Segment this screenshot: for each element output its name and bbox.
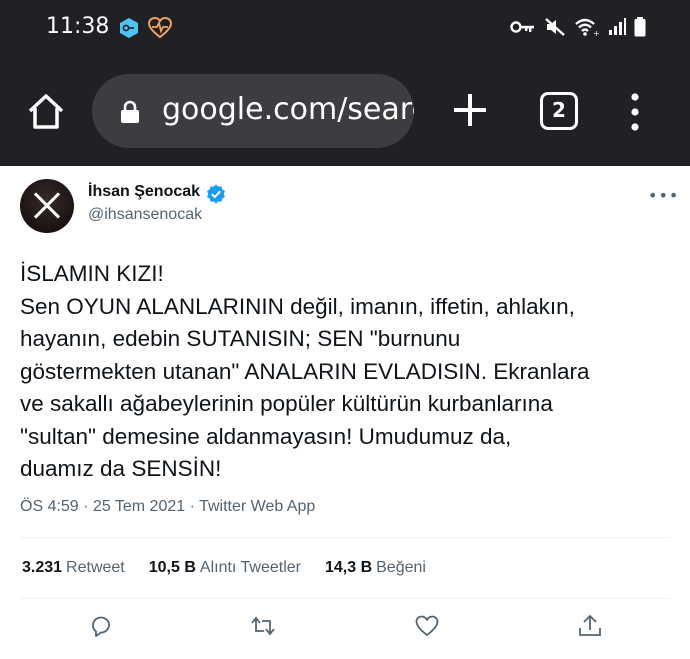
home-icon[interactable] bbox=[26, 92, 66, 132]
browser-chrome: 11:38 + google.com/sear 2 bbox=[0, 0, 690, 166]
avatar[interactable] bbox=[20, 179, 74, 233]
like-label: Beğeni bbox=[376, 559, 426, 576]
quote-stat[interactable]: 10,5 B Alıntı Tweetler bbox=[149, 559, 301, 577]
author-name[interactable]: İhsan Şenocak bbox=[88, 183, 200, 201]
signal-icon bbox=[609, 18, 626, 35]
new-tab-plus-icon[interactable] bbox=[452, 90, 488, 130]
verified-badge-icon bbox=[207, 184, 225, 204]
tweet-meta[interactable]: ÖS 4:59 · 25 Tem 2021 · Twitter Web App bbox=[20, 498, 315, 516]
vpn-key-icon bbox=[510, 21, 534, 33]
overflow-menu-icon[interactable] bbox=[626, 92, 644, 132]
tweet-text-line: Sen OYUN ALANLARININ değil, imanın, iffe… bbox=[20, 293, 575, 319]
retweet-count: 3.231 bbox=[22, 559, 63, 576]
tweet-text-line: "sultan" demesine aldanmayasın! Umudumuz… bbox=[20, 423, 512, 449]
quote-label: Alıntı Tweetler bbox=[199, 559, 301, 576]
author-handle[interactable]: @ihsansenocak bbox=[88, 206, 202, 224]
like-count: 14,3 B bbox=[324, 559, 373, 576]
svg-text:+: + bbox=[593, 29, 600, 37]
tweet-text-line: duamız da SENSİN! bbox=[20, 456, 222, 481]
quote-count: 10,5 B bbox=[148, 559, 196, 576]
tweet-text-line: hayanın, edebin SUTANISIN; SEN "burnunu bbox=[20, 326, 461, 351]
divider bbox=[20, 598, 670, 599]
status-indicators: + bbox=[510, 17, 646, 37]
lock-icon bbox=[121, 100, 139, 123]
tweet-text-line: ve sakallı ağabeylerinin popüler kültürü… bbox=[20, 391, 553, 416]
tab-switcher-button[interactable]: 2 bbox=[540, 92, 578, 130]
retweet-stat[interactable]: 3.231 Retweet bbox=[22, 559, 125, 577]
share-icon[interactable] bbox=[577, 613, 603, 639]
mute-icon bbox=[545, 18, 565, 36]
vpn-key-app-icon bbox=[120, 18, 138, 38]
tweet-text: İSLAMIN KIZI! Sen OYUN ALANLARININ değil… bbox=[20, 258, 680, 486]
reply-icon[interactable] bbox=[88, 613, 114, 639]
health-heart-app-icon bbox=[148, 17, 172, 39]
like-stat[interactable]: 14,3 B Beğeni bbox=[325, 559, 426, 577]
like-heart-icon[interactable] bbox=[414, 613, 440, 639]
divider bbox=[20, 537, 670, 538]
status-time: 11:38 bbox=[46, 14, 110, 39]
url-text[interactable]: google.com/search bbox=[162, 92, 414, 127]
tweet-actions bbox=[0, 613, 690, 643]
tweet-card: İhsan Şenocak @ihsansenocak ••• İSLAMIN … bbox=[0, 166, 690, 659]
wifi-icon: + bbox=[575, 18, 600, 37]
more-options-icon[interactable]: ••• bbox=[648, 186, 679, 205]
battery-icon bbox=[634, 17, 646, 37]
tweet-stats: 3.231 Retweet 10,5 B Alıntı Tweetler 14,3 … bbox=[22, 559, 426, 577]
retweet-label: Retweet bbox=[66, 559, 125, 576]
tweet-text-line: İSLAMIN KIZI! bbox=[20, 261, 164, 286]
retweet-icon[interactable] bbox=[250, 613, 276, 639]
url-bar[interactable]: google.com/search bbox=[92, 74, 414, 148]
tweet-text-line: göstermekten utanan" ANALARIN EVLADISIN.… bbox=[20, 358, 590, 384]
